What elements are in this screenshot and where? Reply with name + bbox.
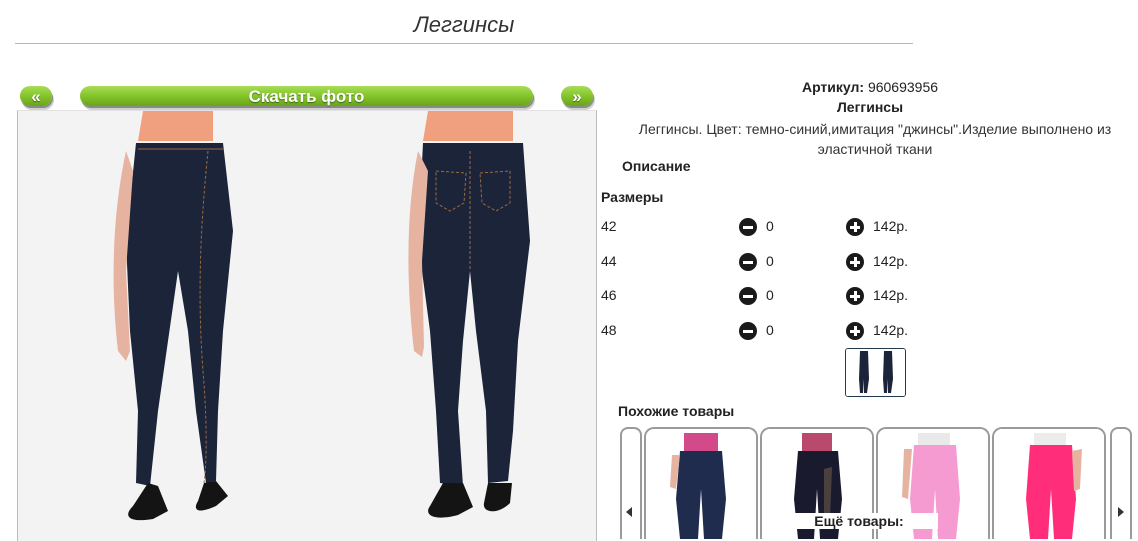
prev-photo-button[interactable]: «: [20, 86, 52, 106]
size-price: 142р.: [873, 218, 909, 234]
size-row: 44 0 142р.: [601, 253, 921, 273]
photo-thumbnail[interactable]: [845, 348, 906, 397]
similar-products-heading: Похожие товары: [618, 403, 735, 419]
more-products-label: Ещё товары:: [780, 513, 938, 529]
article-line: Артикул: 960693956: [600, 79, 1138, 95]
carousel-prev-button[interactable]: [620, 427, 642, 539]
carousel-next-button[interactable]: [1110, 427, 1132, 539]
plus-icon[interactable]: [846, 322, 864, 340]
thumbnail-image: [846, 349, 905, 396]
minus-icon[interactable]: [739, 253, 757, 271]
arrow-right-icon: [1118, 507, 1124, 517]
product-name: Леггинсы: [836, 99, 904, 115]
sizes-heading: Размеры: [601, 189, 664, 205]
description-heading[interactable]: Описание: [622, 158, 691, 174]
size-price: 142р.: [873, 322, 909, 338]
size-quantity: 0: [766, 287, 774, 303]
plus-icon[interactable]: [846, 253, 864, 271]
size-quantity: 0: [766, 218, 774, 234]
page-title: Леггинсы: [413, 12, 515, 37]
size-row: 46 0 142р.: [601, 287, 921, 307]
plus-icon[interactable]: [846, 287, 864, 305]
similar-product-image: [994, 429, 1104, 539]
plus-icon[interactable]: [846, 218, 864, 236]
product-photo-image: [18, 111, 596, 541]
title-divider: [15, 43, 913, 44]
download-photo-button[interactable]: Скачать фото: [80, 86, 533, 106]
similar-product-image: [646, 429, 756, 539]
article-label: Артикул:: [801, 79, 865, 95]
size-row: 48 0 142р.: [601, 322, 921, 342]
minus-icon[interactable]: [739, 322, 757, 340]
size-label: 48: [601, 322, 617, 338]
next-photo-button[interactable]: »: [561, 86, 593, 106]
product-description: Леггинсы. Цвет: темно-синий,имитация "дж…: [638, 121, 1112, 157]
minus-icon[interactable]: [739, 218, 757, 236]
similar-product-card[interactable]: [992, 427, 1106, 539]
size-row: 42 0 142р.: [601, 218, 921, 238]
size-price: 142р.: [873, 287, 909, 303]
arrow-left-icon: [626, 507, 632, 517]
size-price: 142р.: [873, 253, 909, 269]
size-label: 42: [601, 218, 617, 234]
size-quantity: 0: [766, 322, 774, 338]
size-label: 46: [601, 287, 617, 303]
similar-product-card[interactable]: [644, 427, 758, 539]
size-label: 44: [601, 253, 617, 269]
size-quantity: 0: [766, 253, 774, 269]
product-photo: [17, 110, 597, 541]
minus-icon[interactable]: [739, 287, 757, 305]
article-value: 960693956: [867, 79, 939, 95]
